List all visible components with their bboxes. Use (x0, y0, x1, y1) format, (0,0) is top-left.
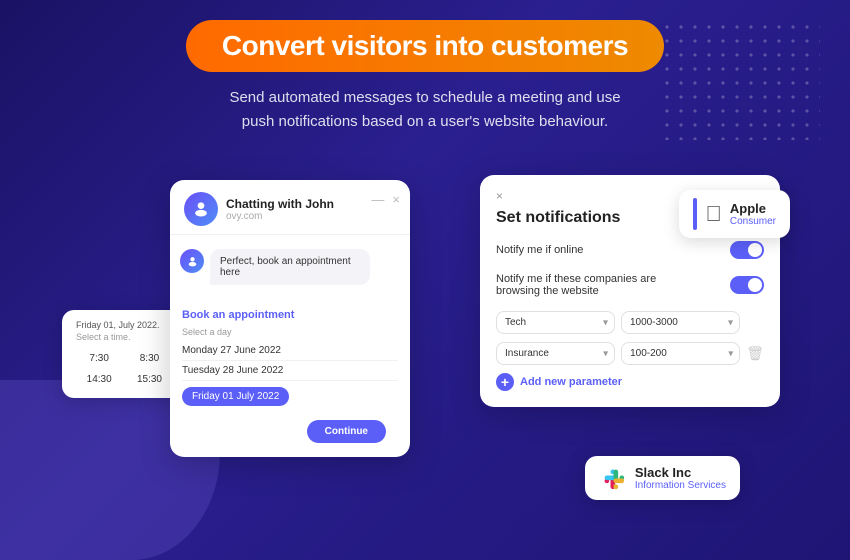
day-option-friday[interactable]: Friday 01 July 2022 (182, 387, 289, 406)
add-param-label: Add new parameter (520, 376, 622, 388)
chat-header-actions: — × (371, 192, 400, 207)
select-range-1[interactable]: 1000-3000 (621, 311, 740, 334)
time-slot-730[interactable]: 7:30 (76, 350, 122, 367)
apple-icon:  (705, 201, 722, 227)
notif-row-companies: Notify me if these companies are browsin… (496, 273, 764, 297)
select-tech[interactable]: Tech (496, 311, 615, 334)
slack-type: Information Services (635, 480, 726, 491)
chat-header-info: Chatting with John ovy.com (226, 197, 334, 222)
day-option-tuesday[interactable]: Tuesday 28 June 2022 (182, 361, 398, 381)
hero-title: Convert visitors into customers (222, 30, 628, 62)
apple-type: Consumer (730, 216, 776, 227)
select-range-2[interactable]: 100-200 (621, 342, 740, 365)
slack-name: Slack Inc (635, 465, 726, 480)
continue-button[interactable]: Continue (307, 420, 386, 443)
company-color-bar (693, 198, 697, 230)
time-slot-830[interactable]: 8:30 (126, 350, 172, 367)
chat-message-row: Perfect, book an appointment here (180, 249, 400, 285)
select-group-2: Insurance 100-200 🗑 (496, 342, 764, 365)
slack-icon (599, 464, 627, 492)
add-param-button[interactable]: + Add new parameter (496, 373, 764, 391)
hero-subtitle: Send automated messages to schedule a me… (0, 86, 850, 134)
select-insurance[interactable]: Insurance (496, 342, 615, 365)
chat-body: Perfect, book an appointment here (170, 235, 410, 303)
trash-icon[interactable]: 🗑 (746, 345, 764, 362)
notif-row-online: Notify me if online (496, 241, 764, 259)
company-badge-apple:  Apple Consumer (679, 190, 790, 238)
select-day-label: Select a day (182, 327, 398, 337)
select-group-1: Tech 1000-3000 (496, 311, 764, 334)
chat-contact-name: Chatting with John (226, 197, 334, 211)
company-info-slack: Slack Inc Information Services (635, 465, 726, 491)
toggle-online[interactable] (730, 241, 764, 259)
close-chat-icon[interactable]: × (392, 192, 400, 207)
plus-icon: + (496, 373, 514, 391)
hero-badge: Convert visitors into customers (186, 20, 664, 72)
chat-avatar (184, 192, 218, 226)
notif-online-label: Notify me if online (496, 244, 583, 256)
hero-section: Convert visitors into customers Send aut… (0, 20, 850, 134)
bot-avatar (180, 249, 204, 273)
time-slot-1530[interactable]: 15:30 (126, 371, 172, 388)
chat-widget: Chatting with John ovy.com — × Perfect, … (170, 180, 410, 457)
company-badge-slack: Slack Inc Information Services (585, 456, 740, 500)
minimize-icon[interactable]: — (371, 192, 384, 207)
chat-header: Chatting with John ovy.com — × (170, 180, 410, 235)
toggle-companies[interactable] (730, 276, 764, 294)
company-info-apple: Apple Consumer (730, 201, 776, 227)
booking-section: Book an appointment Select a day Monday … (170, 303, 410, 443)
chat-site: ovy.com (226, 211, 334, 222)
notif-companies-label: Notify me if these companies are browsin… (496, 273, 676, 297)
time-slot-1430[interactable]: 14:30 (76, 371, 122, 388)
booking-title: Book an appointment (182, 309, 398, 321)
day-option-monday[interactable]: Monday 27 June 2022 (182, 341, 398, 361)
chat-bubble: Perfect, book an appointment here (210, 249, 370, 285)
apple-name: Apple (730, 201, 776, 216)
